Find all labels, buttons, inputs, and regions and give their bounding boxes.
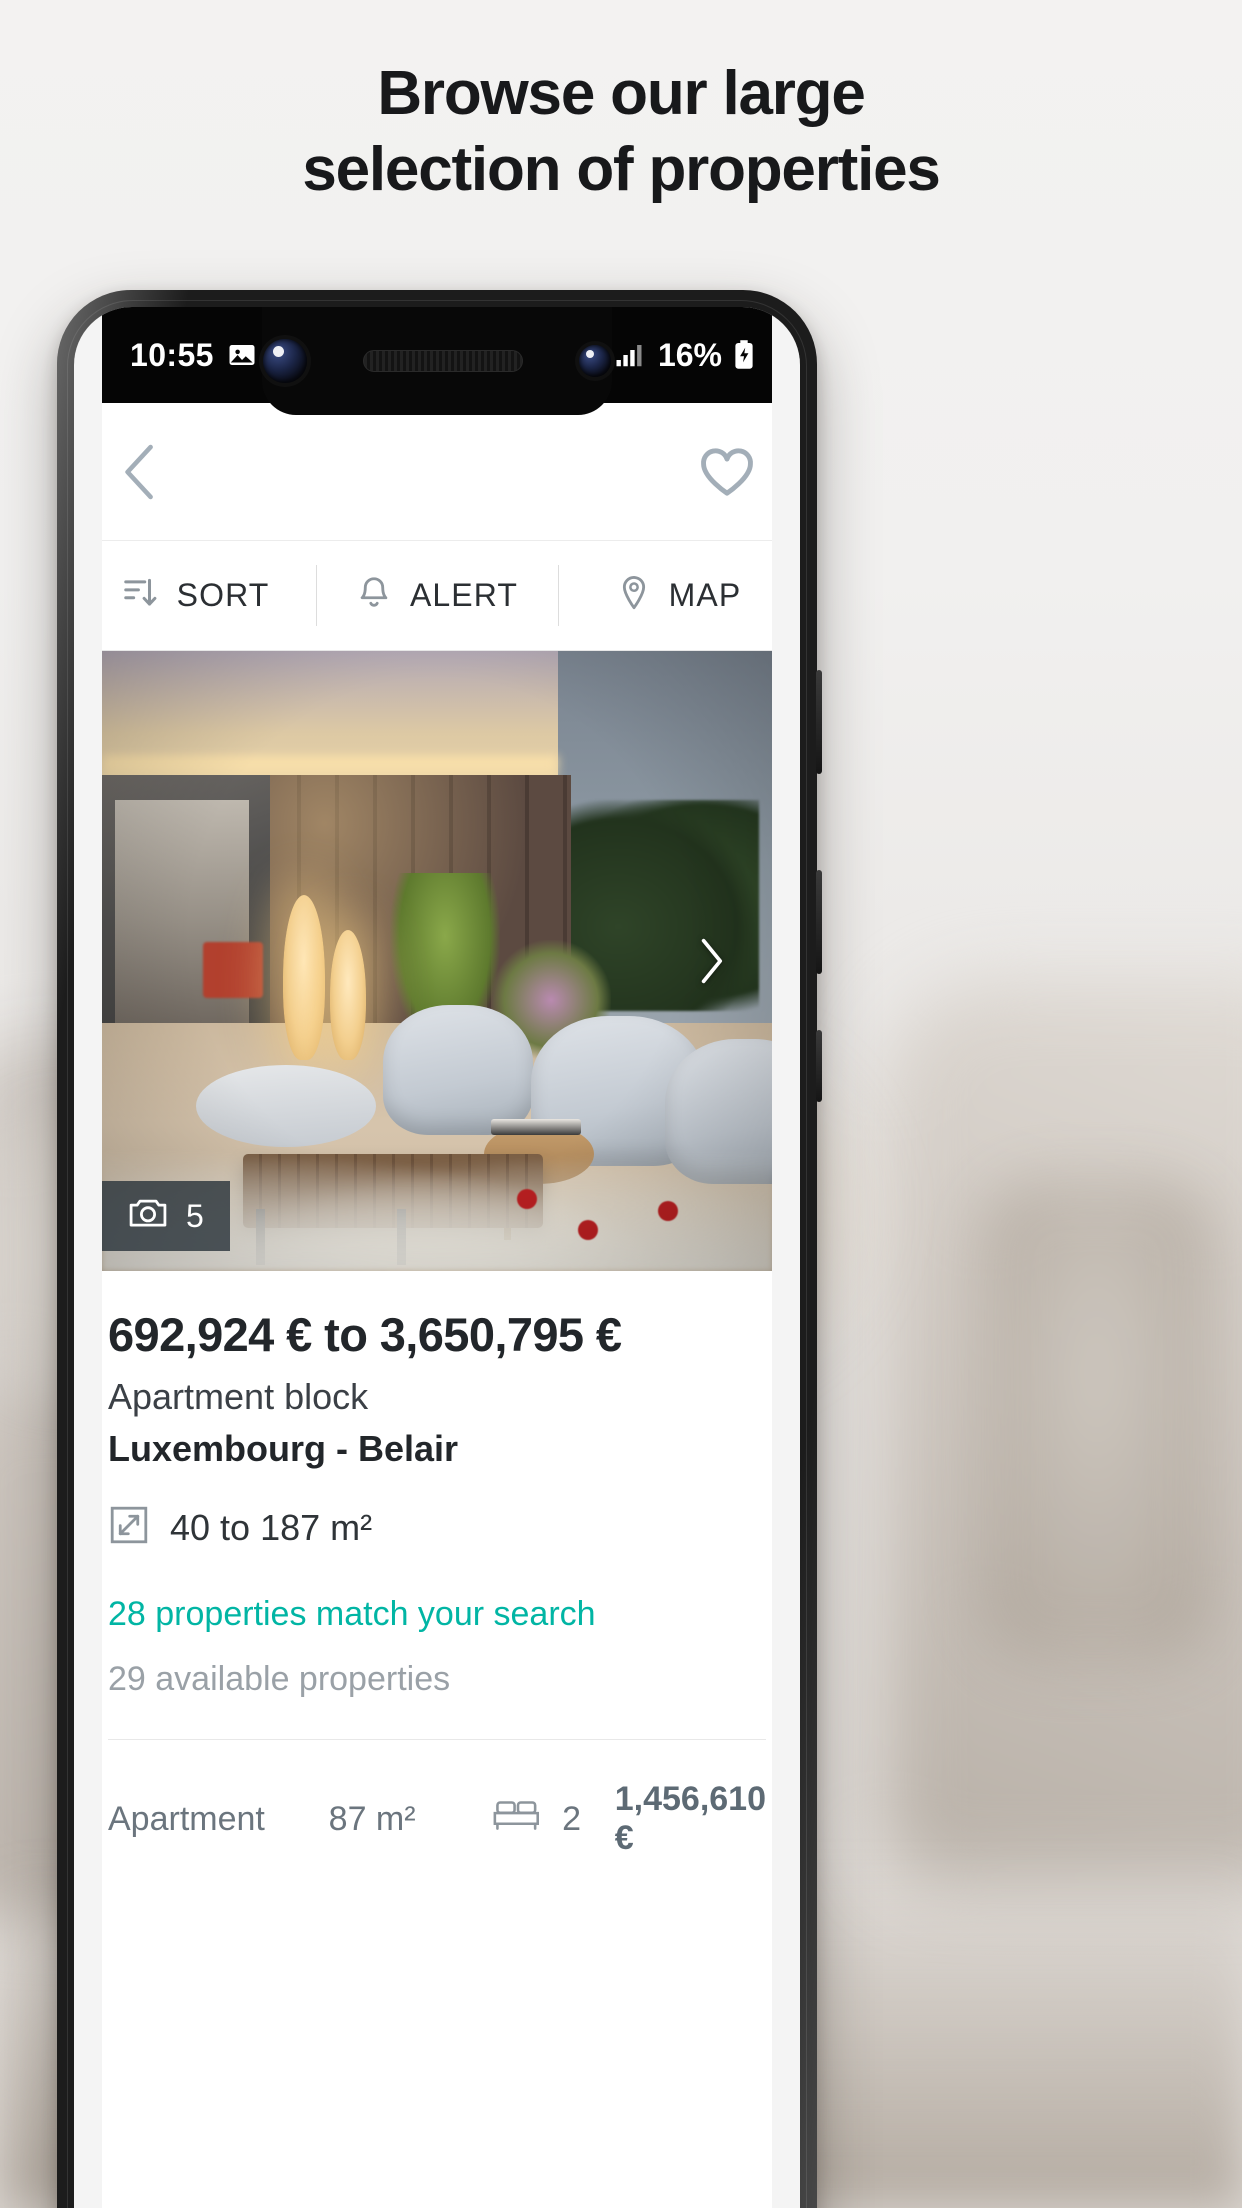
bedroom-count: 2 — [562, 1799, 582, 1838]
photo-count-badge: 5 — [102, 1181, 230, 1251]
tab-sort-label: SORT — [176, 577, 270, 613]
camera-icon — [128, 1195, 168, 1237]
photo-count: 5 — [186, 1197, 204, 1234]
secondary-camera-lens — [579, 345, 611, 377]
map-pin-icon — [617, 574, 651, 617]
action-tab-bar: SORT ALERT MAP — [74, 541, 800, 651]
available-count-text: 29 available properties — [108, 1660, 451, 1698]
sort-icon — [121, 574, 159, 617]
listing-photo[interactable]: 5 — [102, 651, 772, 1271]
bed-icon — [492, 1797, 544, 1842]
unit-price: 1,456,610 € — [614, 1780, 766, 1857]
favorite-button[interactable] — [698, 445, 756, 499]
tab-alert[interactable]: ALERT — [316, 541, 558, 650]
power-button[interactable] — [816, 870, 822, 974]
unit-area: 87 m² — [328, 1799, 416, 1838]
bell-icon — [356, 574, 392, 617]
camera-notch — [262, 307, 612, 415]
listing-details: 692,924 € to 3,650,795 € Apartment block… — [74, 1271, 800, 1740]
back-button[interactable] — [118, 441, 164, 503]
headline-line-1: Browse our large — [377, 59, 865, 128]
extra-side-button[interactable] — [816, 1030, 822, 1102]
earpiece-speaker — [363, 350, 523, 372]
marketing-headline: Browse our large selection of properties — [0, 56, 1242, 207]
next-photo-button[interactable] — [696, 937, 726, 985]
right-gutter — [772, 307, 800, 2208]
tab-alert-label: ALERT — [409, 577, 519, 613]
area-row: 40 to 187 m² — [108, 1504, 766, 1551]
app-toolbar — [74, 403, 800, 541]
area-range: 40 to 187 m² — [170, 1506, 373, 1548]
area-expand-icon — [108, 1504, 150, 1551]
phone-screen: 10:55 16% SORT ALERT MAP 5 692,924 € to … — [74, 307, 800, 2208]
price-range: 692,924 € to 3,650,795 € — [108, 1308, 622, 1361]
property-type: Apartment block — [108, 1376, 369, 1417]
headline-line-2: selection of properties — [302, 134, 941, 204]
left-gutter — [74, 307, 102, 2208]
tab-map[interactable]: MAP — [558, 541, 800, 650]
battery-charging-icon — [732, 339, 756, 371]
phone-mockup: 10:55 16% SORT ALERT MAP 5 692,924 € to … — [57, 290, 822, 2208]
signal-icon — [614, 340, 644, 370]
tab-map-label: MAP — [668, 577, 742, 613]
tab-sort[interactable]: SORT — [74, 541, 316, 650]
battery-percent: 16% — [657, 336, 722, 373]
volume-button[interactable] — [816, 670, 822, 774]
status-clock: 10:55 — [130, 336, 214, 373]
match-count-text[interactable]: 28 properties match your search — [108, 1595, 766, 1634]
listing-card[interactable]: 5 692,924 € to 3,650,795 € Apartment blo… — [74, 651, 800, 1858]
image-icon — [227, 340, 257, 370]
listing-scroll-area[interactable]: 5 692,924 € to 3,650,795 € Apartment blo… — [74, 307, 800, 2208]
unit-type: Apartment — [108, 1799, 265, 1838]
unit-bedrooms: 2 — [492, 1797, 615, 1842]
status-bar: 10:55 16% — [74, 307, 800, 415]
front-camera-lens — [263, 339, 307, 383]
unit-row[interactable]: Apartment 87 m² 2 1,456,610 € — [74, 1740, 800, 1858]
property-location: Luxembourg - Belair — [108, 1428, 459, 1469]
